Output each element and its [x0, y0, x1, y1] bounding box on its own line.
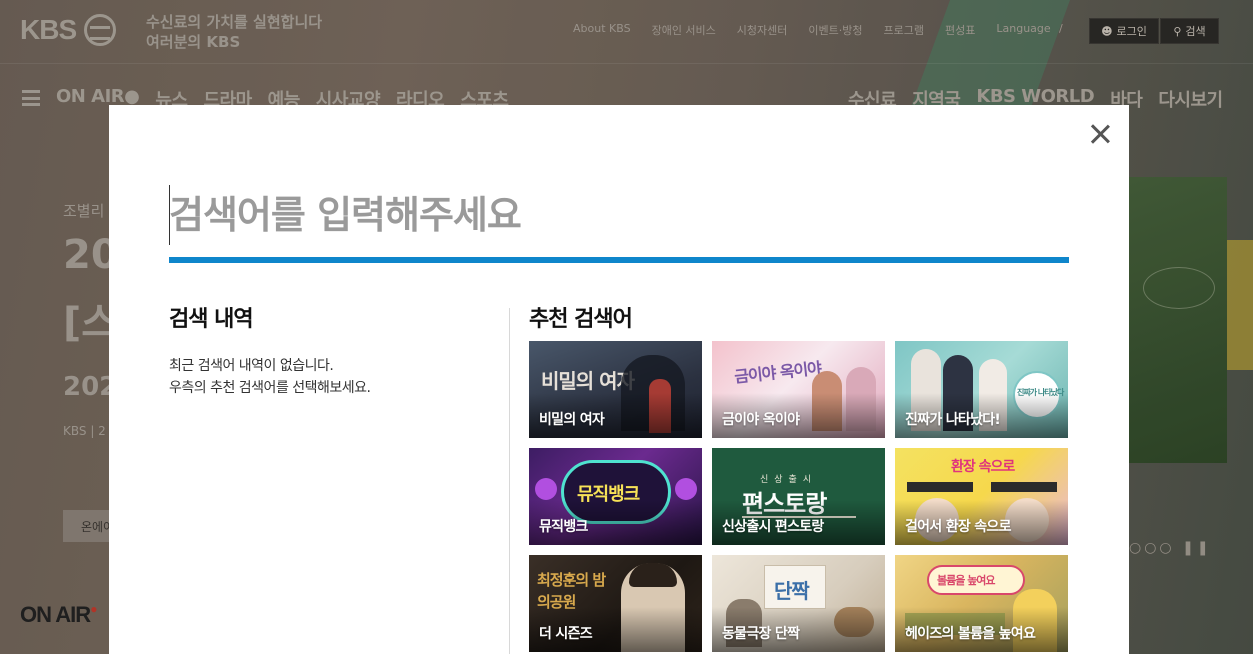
poster-decoration [535, 478, 557, 500]
recommend-card[interactable]: 금이야 옥이야 금이야 옥이야 [712, 341, 885, 438]
recommend-card[interactable]: 신상출시 편스토랑 신상출시 편스토랑 [712, 448, 885, 545]
card-label: 더 시즌즈 [539, 626, 593, 642]
search-history: 검색 내역 최근 검색어 내역이 없습니다. 우측의 추천 검색어를 선택해보세… [169, 301, 489, 399]
card-label: 금이야 옥이야 [722, 412, 800, 428]
recommended-searches: 추천 검색어 비밀의 여자 비밀의 여자 금이야 옥이야 금이야 옥이야 진짜가… [529, 301, 1069, 652]
poster-art-title: 환장 속으로 [951, 459, 1015, 475]
history-title: 검색 내역 [169, 307, 254, 332]
search-input[interactable] [169, 183, 1069, 247]
poster-figure-hair [629, 563, 677, 587]
history-message-line: 최근 검색어 내역이 없습니다. [169, 358, 334, 374]
recommend-card[interactable]: 진짜가 나타났다 진짜가 나타났다! [895, 341, 1068, 438]
poster-decoration [675, 478, 697, 500]
card-label: 뮤직뱅크 [539, 519, 588, 535]
card-label: 걸어서 환장 속으로 [905, 519, 1011, 535]
card-label: 헤이즈의 볼륨을 높여요 [905, 626, 1036, 642]
poster-tagline-bar [907, 482, 973, 492]
recommend-grid: 비밀의 여자 비밀의 여자 금이야 옥이야 금이야 옥이야 진짜가 나타났다! … [529, 341, 1069, 652]
recommend-card[interactable]: 단짝 동물극장 단짝 [712, 555, 885, 652]
search-modal: 검색 내역 최근 검색어 내역이 없습니다. 우측의 추천 검색어를 선택해보세… [109, 105, 1129, 654]
recommend-card[interactable]: 볼륨을 높여요 헤이즈의 볼륨을 높여요 [895, 555, 1068, 652]
card-label: 비밀의 여자 [539, 412, 605, 428]
card-label: 동물극장 단짝 [722, 626, 800, 642]
text-cursor [169, 185, 170, 245]
column-divider [509, 308, 510, 654]
poster-art-title: 볼륨을 높여요 [937, 574, 996, 587]
recommend-card[interactable]: 뮤직뱅크 뮤직뱅크 [529, 448, 702, 545]
card-label: 진짜가 나타났다! [905, 412, 1001, 428]
history-message-line: 우측의 추천 검색어를 선택해보세요. [169, 380, 371, 396]
search-field-wrap [169, 183, 1069, 263]
recommend-card[interactable]: 환장 속으로 걸어서 환장 속으로 [895, 448, 1068, 545]
poster-art-title: 금이야 옥이야 [733, 358, 822, 387]
close-icon[interactable] [1087, 121, 1113, 147]
recommend-card[interactable]: 최정훈의 밤의공원 더 시즌즈 [529, 555, 702, 652]
recommend-card[interactable]: 비밀의 여자 비밀의 여자 [529, 341, 702, 438]
history-empty-message: 최근 검색어 내역이 없습니다. 우측의 추천 검색어를 선택해보세요. [169, 355, 489, 399]
card-label: 신상출시 편스토랑 [722, 519, 824, 535]
poster-tagline-bar [991, 482, 1057, 492]
recommend-title: 추천 검색어 [529, 307, 633, 332]
poster-art-title: 단짝 [774, 579, 810, 603]
